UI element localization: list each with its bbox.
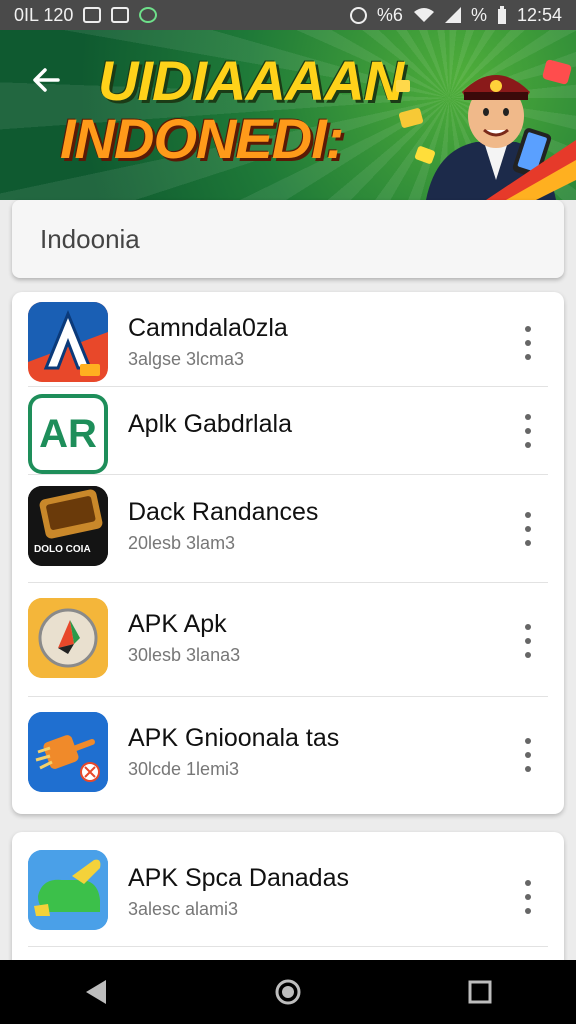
app-name: APK Apk [128,610,227,638]
image-icon [83,7,102,23]
photo-icon [111,7,130,23]
app-texts: Aplk Gabdrlala [128,410,292,439]
list-item[interactable]: AR Aplk Gabdrlala [12,388,564,474]
search-field[interactable]: Indoonia [12,200,564,278]
mascot-illustration [396,59,576,200]
status-bar: 0IL 120 %6 % 12:54 [0,0,576,30]
app-icon-blue-a [28,302,108,382]
list-item[interactable]: Camndala0zla 3algse 3lcma3 [12,298,564,388]
app-subtitle: 3alesc alami3 [128,899,239,919]
list-item[interactable]: DOLO COIA Dack Randances 20lesb 3lam3 [12,476,564,582]
app-texts: Camndala0zla 3algse 3lcma3 [128,314,288,370]
app-subtitle: 30lcde 1lemi3 [128,759,240,779]
navigation-bar [0,960,576,1024]
phone-icon-label: DOLO COIA [34,544,91,555]
app-icon-plug [28,712,108,792]
banner-title-line2: INDONEDI: [60,107,344,170]
status-right-text-2: % [470,4,487,25]
more-options-icon[interactable] [518,512,538,546]
app-subtitle: 3algse 3lcma3 [128,349,245,369]
app-subtitle: 30lesb 3lana3 [128,645,241,665]
app-icon-phone-dark: DOLO COIA [28,486,108,566]
list-item[interactable]: APK Apk 30lesb 3lana3 [12,584,564,696]
app-icon-green-shoe [28,850,108,930]
more-options-icon[interactable] [518,624,538,658]
more-options-icon[interactable] [518,738,538,772]
app-texts: APK Spca Danadas 3alesc alami3 [128,864,349,920]
divider [28,946,548,947]
nav-back-button[interactable] [76,972,116,1012]
arrow-left-icon [33,68,60,92]
search-input-value: Indoonia [40,223,140,254]
status-right: %6 % 12:54 [349,4,562,26]
back-button[interactable] [26,60,66,100]
ar-icon-label: AR [39,411,97,456]
more-options-icon[interactable] [518,880,538,914]
list-item[interactable]: APK Gnioonala tas 30lcde 1lemi3 [12,698,564,810]
nav-home-button[interactable] [268,972,308,1012]
header-banner: UIDIAAAAN INDONEDI: [0,30,576,200]
wifi-icon [413,7,435,23]
divider [28,696,548,697]
app-subtitle: 20lesb 3lam3 [128,533,236,553]
back-triangle-icon [86,980,106,1004]
app-icon-compass [28,598,108,678]
home-circle-icon [275,979,301,1005]
app-name: APK Spca Danadas [128,864,349,892]
status-left-text: 0IL 120 [14,4,74,25]
app-texts: Dack Randances 20lesb 3lam3 [128,498,318,554]
status-right-text: %6 [376,4,403,25]
banner-title-line1: UIDIAAAAN [98,49,404,112]
app-name: Camndala0zla [128,314,288,342]
whatsapp-icon [139,7,158,23]
battery-icon [497,6,507,24]
location-icon [349,6,367,24]
divider [28,386,548,387]
app-name: APK Gnioonala tas [128,724,340,752]
divider [28,582,548,583]
nav-recents-button[interactable] [460,972,500,1012]
list-item[interactable]: APK Spca Danadas 3alesc alami3 [12,840,564,950]
app-name: Aplk Gabdrlala [128,410,292,438]
status-left: 0IL 120 [14,4,158,26]
banner-title: UIDIAAAAN INDONEDI: [60,49,404,168]
app-icon-ar: AR [28,394,108,474]
signal-icon [444,7,461,23]
recents-square-icon [468,980,492,1004]
status-time: 12:54 [516,4,562,25]
app-texts: APK Apk 30lesb 3lana3 [128,610,240,666]
app-texts: APK Gnioonala tas 30lcde 1lemi3 [128,724,339,780]
more-options-icon[interactable] [518,414,538,448]
app-name: Dack Randances [128,498,319,526]
app-list-card: Camndala0zla 3algse 3lcma3 AR Aplk Gabdr… [12,292,564,814]
more-options-icon[interactable] [518,326,538,360]
divider [28,474,548,475]
